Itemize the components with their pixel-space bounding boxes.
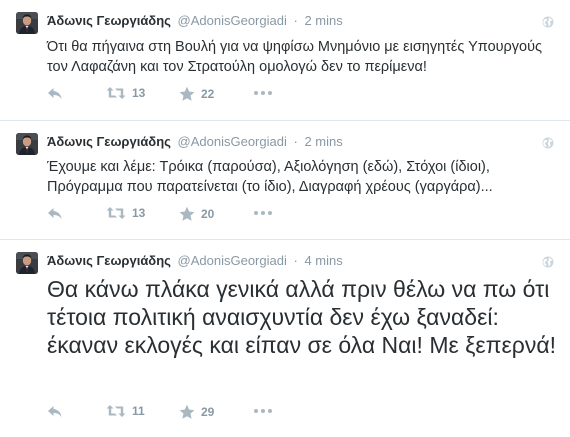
reply-icon	[47, 404, 63, 418]
tweet-header: Άδωνις Γεωργιάδης @AdonisGeorgiadi · 2 m…	[47, 13, 343, 29]
timestamp[interactable]: 4 mins	[304, 253, 342, 268]
favorite-button[interactable]: 22	[179, 86, 214, 102]
favorite-button[interactable]: 29	[179, 404, 214, 420]
retweet-button[interactable]: 13	[106, 86, 145, 100]
avatar[interactable]	[16, 252, 38, 274]
separator: ·	[293, 134, 298, 149]
retweet-count: 13	[132, 206, 146, 220]
retweet-button[interactable]: 13	[106, 206, 145, 220]
fullname[interactable]: Άδωνις Γεωργιάδης	[47, 13, 171, 28]
globe-icon	[542, 255, 554, 267]
tweet-header: Άδωνις Γεωργιάδης @AdonisGeorgiadi · 2 m…	[47, 134, 343, 150]
tweet[interactable]: Άδωνις Γεωργιάδης @AdonisGeorgiadi · 2 m…	[0, 0, 570, 120]
tweet-text: Ότι θα πήγαινα στη Βουλή για να ψηφίσω Μ…	[47, 39, 543, 75]
username[interactable]: @AdonisGeorgiadi	[178, 134, 287, 149]
retweet-button[interactable]: 11	[106, 404, 145, 418]
retweet-icon	[106, 206, 126, 220]
more-button[interactable]	[254, 211, 272, 215]
avatar[interactable]	[16, 12, 38, 34]
fullname[interactable]: Άδωνις Γεωργιάδης	[47, 253, 171, 268]
more-button[interactable]	[254, 409, 272, 413]
star-icon	[179, 86, 195, 102]
retweet-count: 13	[132, 86, 146, 100]
reply-button[interactable]	[47, 86, 63, 100]
favorite-button[interactable]: 20	[179, 206, 214, 222]
reply-icon	[47, 86, 63, 100]
username[interactable]: @AdonisGeorgiadi	[178, 253, 287, 268]
username[interactable]: @AdonisGeorgiadi	[178, 13, 287, 28]
more-dots-icon	[254, 91, 272, 95]
timestamp[interactable]: 2 mins	[304, 134, 342, 149]
fullname[interactable]: Άδωνις Γεωργιάδης	[47, 134, 171, 149]
separator: ·	[293, 253, 298, 268]
favorite-count: 22	[201, 87, 215, 101]
star-icon	[179, 404, 195, 420]
timestamp[interactable]: 2 mins	[304, 13, 342, 28]
reply-button[interactable]	[47, 206, 63, 220]
more-dots-icon	[254, 409, 272, 413]
avatar[interactable]	[16, 133, 38, 155]
star-icon	[179, 206, 195, 222]
globe-icon	[542, 15, 554, 27]
favorite-count: 29	[201, 405, 215, 419]
tweet-text: Θα κάνω πλάκα γενικά αλλά πριν θέλω να π…	[47, 276, 557, 358]
reply-button[interactable]	[47, 404, 63, 418]
tweet-header: Άδωνις Γεωργιάδης @AdonisGeorgiadi · 4 m…	[47, 253, 343, 269]
favorite-count: 20	[201, 207, 215, 221]
reply-icon	[47, 206, 63, 220]
retweet-count: 11	[132, 404, 145, 418]
tweet[interactable]: Άδωνις Γεωργιάδης @AdonisGeorgiadi · 4 m…	[0, 239, 570, 437]
tweet-text: Έχουμε και λέμε: Τρόικα (παρούσα), Αξιολ…	[47, 159, 493, 195]
more-button[interactable]	[254, 91, 272, 95]
tweet[interactable]: Άδωνις Γεωργιάδης @AdonisGeorgiadi · 2 m…	[0, 120, 570, 239]
retweet-icon	[106, 86, 126, 100]
more-dots-icon	[254, 211, 272, 215]
globe-icon	[542, 136, 554, 148]
separator: ·	[293, 13, 298, 28]
retweet-icon	[106, 404, 126, 418]
